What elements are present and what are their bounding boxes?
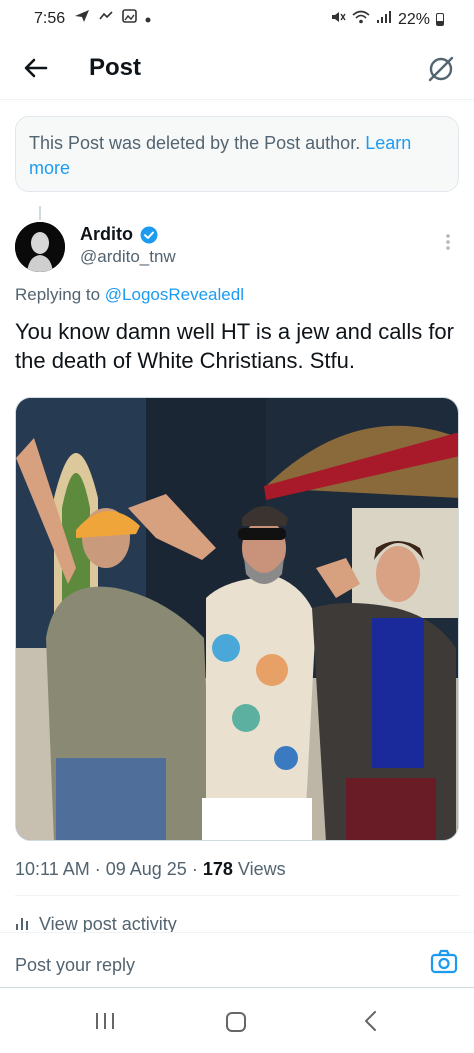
meta-separator: ·: [94, 859, 106, 879]
missed-call-icon: [98, 9, 114, 27]
views-label: Views: [237, 859, 286, 879]
replying-to: Replying to @LogosRevealedl: [15, 285, 244, 305]
views-count: 178: [202, 859, 233, 879]
author-name[interactable]: Ardito: [80, 224, 133, 245]
deleted-post-notice: This Post was deleted by the Post author…: [15, 116, 459, 192]
camera-icon[interactable]: [430, 949, 458, 975]
deleted-notice-text: This Post was deleted by the Post author…: [29, 133, 361, 153]
back-arrow-icon[interactable]: [20, 52, 52, 84]
recents-icon[interactable]: [94, 1011, 116, 1031]
post-time: 10:11 AM: [15, 859, 90, 879]
status-bar: 7:56 22%: [0, 0, 474, 40]
page-title: Post: [89, 54, 142, 81]
post-date: 09 Aug 25: [105, 859, 187, 879]
divider: [15, 895, 459, 896]
status-time: 7:56: [34, 10, 66, 27]
grok-icon[interactable]: [424, 52, 458, 86]
more-options-icon[interactable]: [438, 230, 458, 254]
mute-icon: [330, 10, 346, 29]
post-text: You know damn well HT is a jew and calls…: [15, 319, 454, 373]
verified-badge-icon: [140, 226, 158, 244]
reply-input[interactable]: Post your reply: [15, 955, 135, 976]
notification-icons: [74, 9, 151, 27]
post-meta: 10:11 AM · 09 Aug 25 · 178 Views: [15, 859, 286, 880]
post-photo[interactable]: [15, 397, 459, 841]
system-back-icon[interactable]: [362, 1010, 378, 1032]
home-icon[interactable]: [226, 1012, 246, 1032]
top-app-bar: Post: [0, 40, 474, 100]
battery-icon: [436, 13, 444, 26]
wifi-icon: [352, 10, 370, 29]
signal-icon: [376, 10, 392, 29]
gallery-icon: [122, 9, 137, 27]
reply-bar: Post your reply: [0, 932, 474, 988]
dot-icon: [145, 10, 151, 27]
send-icon: [74, 9, 90, 27]
meta-separator: ·: [191, 859, 203, 879]
author-handle[interactable]: @ardito_tnw: [80, 247, 176, 267]
avatar[interactable]: [15, 222, 65, 272]
battery-text: 22%: [397, 10, 430, 28]
replying-to-prefix: Replying to: [15, 285, 101, 304]
thread-connector: [39, 206, 41, 220]
system-nav-bar: [0, 988, 474, 1053]
replying-to-handle-link[interactable]: @LogosRevealedl: [105, 285, 244, 304]
status-right: 22%: [330, 10, 444, 29]
